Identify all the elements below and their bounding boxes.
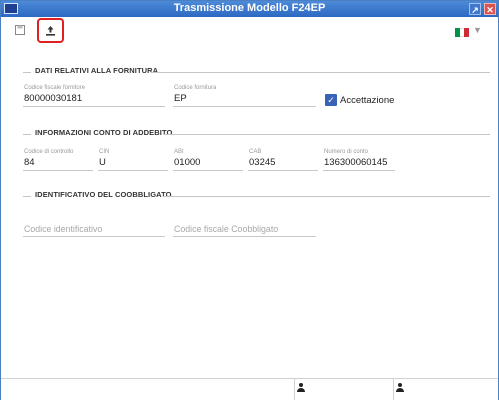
field-placeholder: Codice fiscale Coobbligato [174, 224, 279, 234]
numero-conto-field[interactable]: Numero di conto 136300060145 [323, 149, 395, 171]
italian-flag-icon[interactable] [455, 28, 470, 37]
codice-controllo-field[interactable]: Codice di controllo 84 [23, 149, 93, 171]
abi-field[interactable]: ABI 01000 [173, 149, 243, 171]
status-divider [393, 379, 394, 400]
close-icon: ✕ [486, 5, 494, 15]
field-label: Codice fornitura [174, 85, 217, 91]
app-window: Trasmissione Modello F24EP ↗ ✕ ▼ DATI RE… [0, 0, 499, 400]
save-button[interactable] [9, 19, 31, 41]
field-label: CIN [99, 149, 110, 155]
section-conto: INFORMAZIONI CONTO DI ADDEBITO [23, 128, 490, 140]
status-divider [294, 379, 295, 400]
section-title: DATI RELATIVI ALLA FORNITURA [35, 66, 159, 75]
accettazione-label: Accettazione [340, 95, 395, 106]
field-label: Numero di conto [324, 149, 369, 155]
section-fornitura: DATI RELATIVI ALLA FORNITURA [23, 66, 490, 78]
field-value: U [99, 157, 106, 168]
save-icon [15, 25, 25, 35]
field-value: 80000030181 [24, 93, 83, 104]
status-bar [1, 378, 498, 400]
field-label: Codice fiscale fornitore [24, 85, 86, 91]
cab-field[interactable]: CAB 03245 [248, 149, 318, 171]
field-value: 84 [24, 157, 35, 168]
field-placeholder: Codice identificativo [24, 224, 103, 234]
restore-button[interactable]: ↗ [469, 3, 481, 15]
field-label: ABI [174, 149, 184, 155]
upload-button[interactable] [37, 18, 64, 43]
codice-fornitura-field[interactable]: Codice fornitura EP [173, 85, 316, 107]
close-button[interactable]: ✕ [484, 3, 496, 15]
accettazione-checkbox[interactable]: ✓ [325, 94, 337, 106]
field-label: Codice di controllo [24, 149, 74, 155]
restore-icon: ↗ [471, 5, 479, 15]
cin-field[interactable]: CIN U [98, 149, 168, 171]
upload-icon [46, 26, 55, 36]
field-value: 136300060145 [324, 157, 388, 168]
section-coobbligato: IDENTIFICATIVO DEL COOBBLIGATO [23, 190, 490, 202]
codice-identificativo-field[interactable]: Codice identificativo [23, 215, 165, 237]
user-icon [396, 383, 404, 393]
codice-fiscale-coobbligato-field[interactable]: Codice fiscale Coobbligato [173, 215, 316, 237]
window-title: Trasmissione Modello F24EP [173, 2, 326, 14]
chevron-down-icon[interactable]: ▼ [473, 25, 482, 35]
field-value: EP [174, 93, 187, 104]
user-icon [297, 383, 305, 393]
toolbar: ▼ [1, 17, 498, 48]
section-title: INFORMAZIONI CONTO DI ADDEBITO [35, 128, 173, 137]
field-label: CAB [249, 149, 262, 155]
section-title: IDENTIFICATIVO DEL COOBBLIGATO [35, 190, 172, 199]
codice-fiscale-fornitore-field[interactable]: Codice fiscale fornitore 80000030181 [23, 85, 165, 107]
field-value: 03245 [249, 157, 276, 168]
title-bar: Trasmissione Modello F24EP ↗ ✕ [1, 1, 498, 17]
field-value: 01000 [174, 157, 201, 168]
